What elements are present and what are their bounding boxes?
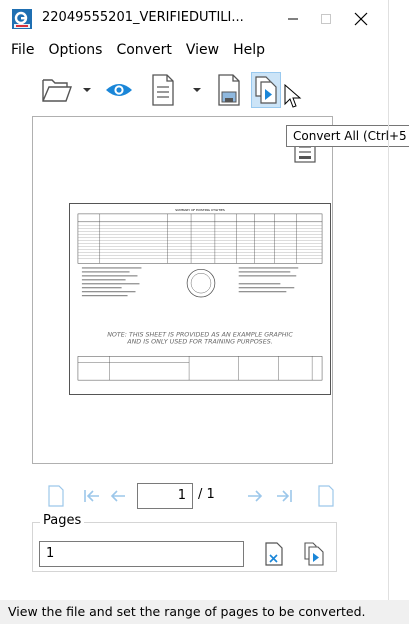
convert-all-tooltip: Convert All (Ctrl+5 bbox=[286, 125, 409, 147]
document-page-thumbnail: SUMMARY OF EXISTING UTILITIES NOTE: THIS… bbox=[69, 203, 331, 395]
mouse-cursor-icon bbox=[284, 84, 302, 108]
select-pages-button[interactable] bbox=[260, 540, 288, 568]
pages-range-input[interactable]: 1 bbox=[39, 541, 244, 567]
document-icon bbox=[48, 485, 64, 507]
app-logo-icon bbox=[12, 9, 32, 29]
menu-file[interactable]: File bbox=[4, 39, 41, 61]
status-bar: View the file and set the range of pages… bbox=[0, 600, 409, 624]
preview-button[interactable] bbox=[104, 72, 134, 108]
next-page-button[interactable] bbox=[241, 482, 269, 510]
menu-options[interactable]: Options bbox=[41, 39, 109, 61]
page-navigation: 1 / 1 bbox=[0, 480, 388, 512]
document-icon bbox=[318, 485, 334, 507]
title-bar[interactable]: 22049555201_VERIFIEDUTILI... bbox=[0, 0, 388, 38]
app-window: 22049555201_VERIFIEDUTILI... File Option… bbox=[0, 0, 409, 624]
current-page-input[interactable]: 1 bbox=[137, 483, 193, 509]
convert-all-icon bbox=[255, 76, 277, 104]
first-page-icon bbox=[84, 490, 99, 502]
window-edge bbox=[388, 0, 389, 600]
menu-help[interactable]: Help bbox=[226, 39, 272, 61]
all-pages-button[interactable] bbox=[300, 540, 328, 568]
document-preview[interactable]: SUMMARY OF EXISTING UTILITIES NOTE: THIS… bbox=[32, 116, 333, 464]
folder-icon bbox=[42, 79, 72, 102]
document-button[interactable] bbox=[148, 72, 178, 108]
open-dropdown-button[interactable] bbox=[80, 72, 94, 108]
save-button[interactable] bbox=[214, 72, 244, 108]
menu-view[interactable]: View bbox=[179, 39, 226, 61]
sheet-note-line2: AND IS ONLY USED FOR TRAINING PURPOSES. bbox=[126, 339, 273, 346]
pages-label: Pages bbox=[40, 513, 85, 528]
minimize-icon bbox=[288, 18, 298, 20]
arrow-left-icon bbox=[110, 490, 125, 502]
chevron-down-icon bbox=[83, 88, 91, 92]
arrow-right-icon bbox=[248, 490, 263, 502]
all-pages-icon bbox=[304, 542, 324, 566]
sheet-note-line1: NOTE: THIS SHEET IS PROVIDED AS AN EXAMP… bbox=[107, 332, 293, 339]
sheet-heading: SUMMARY OF EXISTING UTILITIES bbox=[175, 208, 225, 212]
page-view-right-button[interactable] bbox=[312, 482, 340, 510]
close-button[interactable] bbox=[341, 4, 381, 34]
menu-convert[interactable]: Convert bbox=[109, 39, 178, 61]
previous-page-button[interactable] bbox=[104, 482, 132, 510]
window-title: 22049555201_VERIFIEDUTILI... bbox=[42, 10, 244, 25]
page-view-button[interactable] bbox=[42, 482, 70, 510]
chevron-down-icon bbox=[193, 88, 201, 92]
first-page-button[interactable] bbox=[78, 482, 106, 510]
menu-bar: File Options Convert View Help bbox=[0, 38, 388, 62]
last-page-icon bbox=[277, 490, 292, 502]
maximize-icon bbox=[321, 14, 331, 24]
select-pages-icon bbox=[265, 542, 283, 566]
total-pages-label: / 1 bbox=[198, 487, 215, 502]
maximize-button[interactable] bbox=[306, 4, 346, 34]
convert-all-button[interactable] bbox=[251, 72, 281, 108]
eye-icon bbox=[106, 84, 132, 96]
save-icon bbox=[218, 74, 240, 106]
close-icon bbox=[354, 12, 368, 26]
last-page-button[interactable] bbox=[270, 482, 298, 510]
open-folder-button[interactable] bbox=[40, 72, 74, 108]
document-icon bbox=[152, 74, 174, 106]
document-dropdown-button[interactable] bbox=[190, 72, 204, 108]
toolbar bbox=[0, 64, 388, 112]
